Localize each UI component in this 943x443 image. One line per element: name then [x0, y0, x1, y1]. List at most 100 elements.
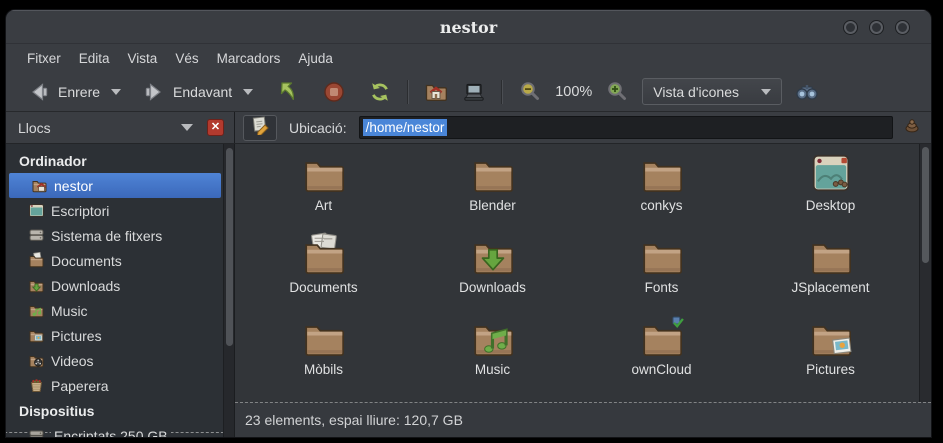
go-icon [903, 116, 921, 139]
location-input[interactable]: /home/nestor [359, 116, 893, 139]
folder-pictures-sm-icon [28, 327, 45, 344]
close-button[interactable] [896, 21, 909, 34]
folder-icon [639, 150, 685, 196]
sidebar-row[interactable]: Paperera [6, 373, 221, 398]
location-label: Ubicació: [289, 120, 347, 136]
titlebar[interactable]: nestor [6, 10, 931, 44]
folder-icon [301, 150, 347, 196]
folder-owncloud-icon [639, 314, 685, 360]
back-history-dropdown-icon[interactable] [111, 89, 121, 95]
file-item[interactable]: Music [408, 314, 577, 396]
stop-icon [322, 80, 346, 104]
computer-button[interactable] [455, 76, 493, 108]
stop-button[interactable] [315, 76, 353, 108]
folder-icon [639, 232, 685, 278]
menu-item[interactable]: Edita [70, 48, 119, 69]
toolbar: Enrere Endavant 100% [6, 72, 931, 112]
file-item[interactable]: ownCloud [577, 314, 746, 396]
desktop-big-icon [808, 150, 854, 196]
home-folder-icon [31, 177, 48, 194]
drive-icon [28, 427, 45, 437]
folder-icon [808, 232, 854, 278]
sidebar-row[interactable]: Music [6, 298, 221, 323]
forward-history-dropdown-icon[interactable] [243, 89, 253, 95]
sidebar-row[interactable]: Escriptori [6, 198, 221, 223]
forward-icon [142, 80, 166, 104]
sidebar-row[interactable]: Encriptats 250 GB [6, 423, 221, 437]
sidebar-row[interactable]: Pictures [6, 323, 221, 348]
reload-icon [368, 80, 392, 104]
view-mode-select[interactable]: Vista d'icones [642, 78, 782, 105]
reload-button[interactable] [361, 76, 399, 108]
view-mode-label: Vista d'icones [653, 84, 739, 100]
file-item[interactable]: Art [239, 150, 408, 232]
sidebar-title: Llocs [18, 120, 51, 136]
places-sidebar: Ordinador nestor Escriptori [6, 144, 235, 437]
icon-grid[interactable]: Art Blender conkys [235, 144, 931, 402]
up-arrow-icon [276, 80, 300, 104]
file-item[interactable]: Pictures [746, 314, 915, 396]
trash-icon [28, 377, 45, 394]
forward-button[interactable]: Endavant [135, 76, 239, 108]
go-button[interactable] [901, 117, 923, 139]
file-item[interactable]: Mòbils [239, 314, 408, 396]
status-text: 23 elements, espai lliure: 120,7 GB [245, 412, 463, 428]
forward-label: Endavant [173, 84, 232, 100]
path-row: Llocs ✕ Ubicació: /home/nestor [6, 112, 931, 144]
zoom-out-icon [518, 80, 542, 104]
view-scrollbar[interactable] [919, 144, 931, 402]
file-item[interactable]: Fonts [577, 232, 746, 314]
menu-item[interactable]: Vista [119, 48, 167, 69]
folder-music-sm-icon [28, 302, 45, 319]
folder-music-icon [470, 314, 516, 360]
zoom-out-button[interactable] [511, 76, 549, 108]
maximize-button[interactable] [870, 21, 883, 34]
content-area: Ordinador nestor Escriptori [6, 144, 931, 437]
sidebar-pane-dropdown-icon[interactable] [181, 124, 193, 131]
location-edit-toggle[interactable] [243, 115, 277, 141]
home-button[interactable] [417, 76, 455, 108]
file-manager-window: nestor FitxerEditaVistaVésMarcadorsAjuda… [6, 10, 931, 437]
edit-pencil-icon [250, 115, 270, 140]
zoom-in-icon [605, 80, 629, 104]
statusbar: 23 elements, espai lliure: 120,7 GB [235, 402, 931, 437]
file-item[interactable]: JSplacement [746, 232, 915, 314]
menu-item[interactable]: Ajuda [289, 48, 342, 69]
sidebar-row[interactable]: nestor [9, 173, 221, 198]
menu-item[interactable]: Vés [166, 48, 207, 69]
folder-documents-icon [301, 232, 347, 278]
file-item[interactable]: Documents [239, 232, 408, 314]
sidebar-row[interactable]: Sistema de fitxers [6, 223, 221, 248]
sidebar-row[interactable]: Dispositius [6, 398, 221, 423]
home-folder-icon [424, 80, 448, 104]
zoom-in-button[interactable] [598, 76, 636, 108]
up-button[interactable] [269, 76, 307, 108]
file-item[interactable]: Downloads [408, 232, 577, 314]
zoom-level: 100% [549, 84, 598, 100]
search-button[interactable] [788, 76, 826, 108]
folder-icon [470, 150, 516, 196]
filesystem-icon [28, 227, 45, 244]
toolbar-separator [407, 80, 409, 104]
file-item[interactable]: conkys [577, 150, 746, 232]
menu-item[interactable]: Fitxer [18, 48, 70, 69]
sidebar-close-icon[interactable]: ✕ [207, 119, 224, 136]
sidebar-row[interactable]: Ordinador [6, 148, 221, 173]
desktop-sm-icon [28, 202, 45, 219]
window-title: nestor [6, 18, 931, 37]
sidebar-row[interactable]: Videos [6, 348, 221, 373]
menu-item[interactable]: Marcadors [208, 48, 290, 69]
sidebar-scrollbar-thumb[interactable] [226, 148, 233, 346]
sidebar-row[interactable]: Downloads [6, 273, 221, 298]
file-item[interactable]: Blender [408, 150, 577, 232]
file-item[interactable]: Desktop [746, 150, 915, 232]
back-button[interactable]: Enrere [20, 76, 107, 108]
location-value: /home/nestor [363, 119, 448, 136]
sidebar-row[interactable]: Documents [6, 248, 221, 273]
binoculars-icon [795, 80, 819, 104]
window-controls [844, 21, 909, 34]
location-bar: Ubicació: /home/nestor [235, 112, 931, 143]
minimize-button[interactable] [844, 21, 857, 34]
view-scrollbar-thumb[interactable] [922, 147, 929, 263]
sidebar-scrollbar[interactable] [223, 144, 234, 437]
